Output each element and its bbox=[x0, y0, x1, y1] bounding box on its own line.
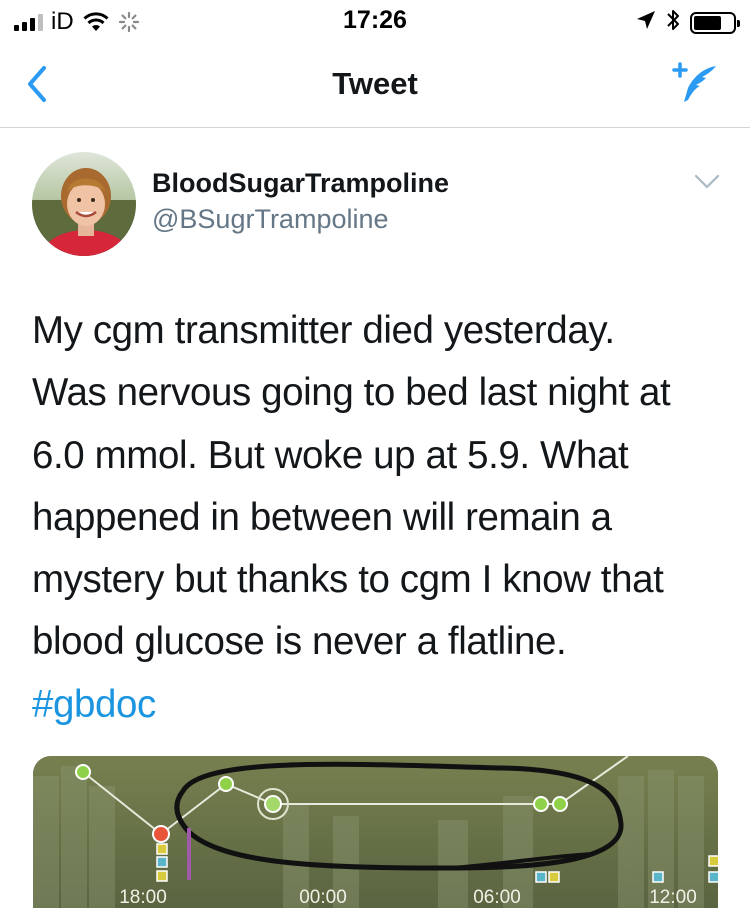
tweet-text: My cgm transmitter died yesterday. Was n… bbox=[32, 300, 722, 736]
tweet-text-line: Was nervous going to bed last night at bbox=[32, 371, 671, 415]
time-label: 00:00 bbox=[299, 887, 347, 908]
status-bar: iD 17:26 bbox=[0, 0, 750, 40]
bluetooth-icon bbox=[666, 8, 680, 37]
location-arrow-icon bbox=[636, 10, 656, 35]
navigation-bar: Tweet bbox=[0, 40, 750, 128]
time-label: 12:00 bbox=[649, 887, 697, 908]
tweet-text-line: mystery but thanks to cgm I know that bbox=[32, 558, 664, 602]
compose-feather-icon bbox=[672, 62, 716, 102]
author-handle[interactable]: @BSugrTrampoline bbox=[152, 204, 389, 235]
author-display-name[interactable]: BloodSugarTrampoline bbox=[152, 168, 449, 199]
page-title: Tweet bbox=[332, 66, 418, 101]
tweet-text-line: blood glucose is never a flatline. bbox=[32, 620, 567, 664]
tweet-media-image[interactable]: 18:00 00:00 06:00 12:00 bbox=[33, 756, 718, 908]
tweet-text-line: 6.0 mmol. But woke up at 5.9. What bbox=[32, 433, 629, 477]
status-bar-right bbox=[636, 8, 740, 37]
tweet-text-line: happened in between will remain a bbox=[32, 495, 612, 539]
time-label: 18:00 bbox=[119, 887, 167, 908]
tweet-options-button[interactable] bbox=[692, 172, 722, 192]
hashtag-link[interactable]: #gbdoc bbox=[32, 683, 156, 726]
tweet-text-line: My cgm transmitter died yesterday. bbox=[32, 309, 615, 352]
time-label: 06:00 bbox=[473, 887, 521, 908]
compose-tweet-button[interactable] bbox=[670, 60, 720, 106]
battery-icon bbox=[690, 11, 740, 34]
avatar[interactable] bbox=[32, 152, 136, 256]
chevron-down-icon bbox=[694, 174, 720, 189]
